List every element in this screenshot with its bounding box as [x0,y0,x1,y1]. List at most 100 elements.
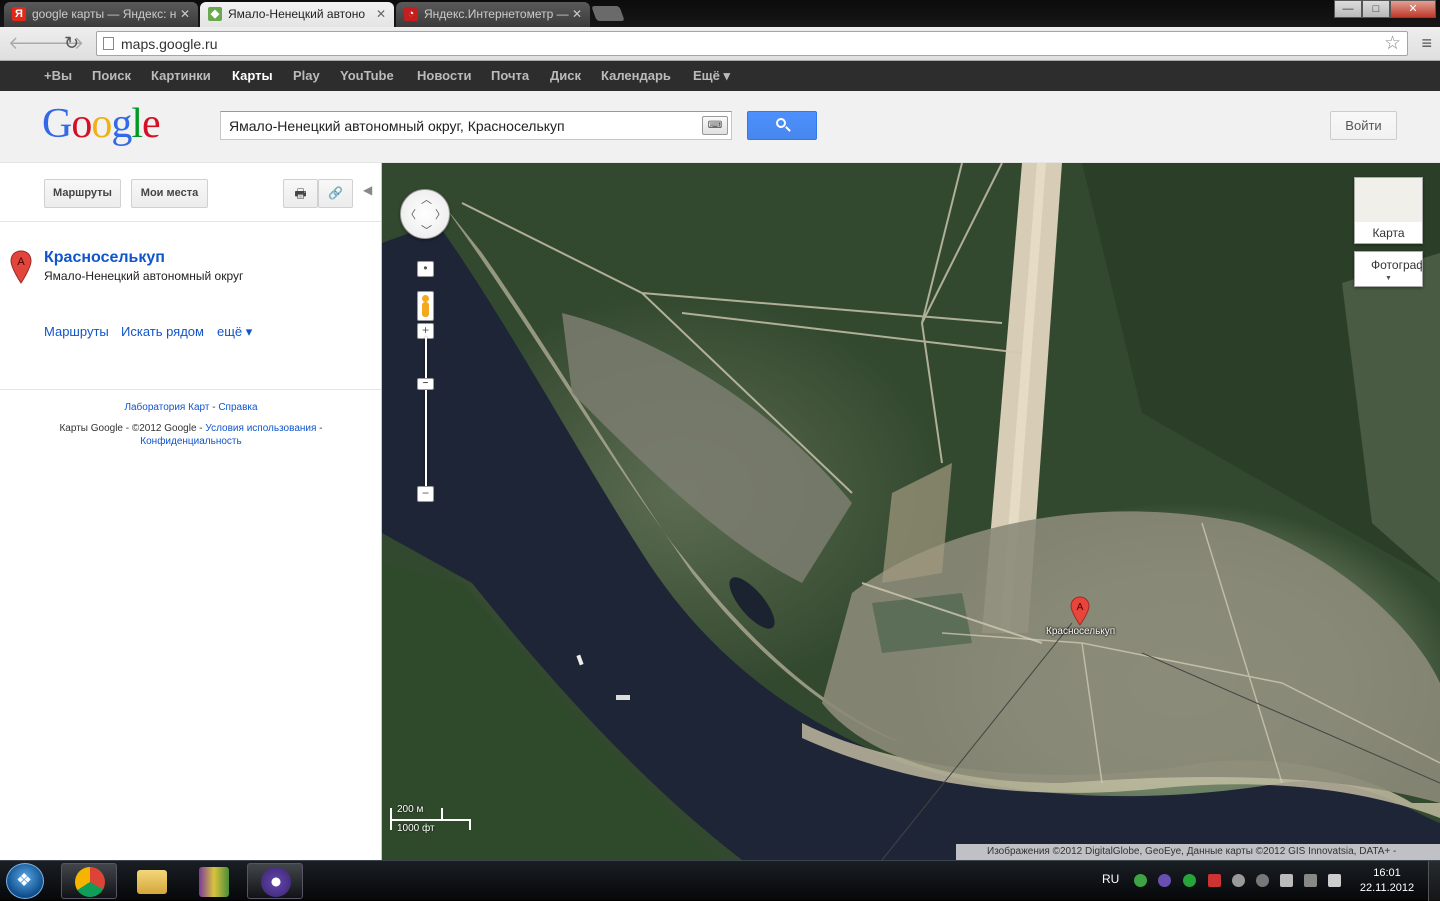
map-thumbnail [1355,178,1422,222]
zoom-slider-thumb[interactable]: − [417,378,434,390]
taskbar-winrar[interactable] [185,863,241,899]
scale-metric: 200 м [397,804,424,815]
new-tab-button[interactable] [591,6,625,21]
link-icon[interactable]: 🔗 [318,179,353,208]
logo-letter: g [111,101,132,147]
terms-link[interactable]: Условия использования [205,423,316,434]
google-logo[interactable]: Google [42,100,161,148]
tab-yandex-search[interactable]: Я google карты — Яндекс: н ✕ [4,2,198,27]
gbar-plus-you[interactable]: +Вы [44,61,72,91]
tab-title: Ямало-Ненецкий автоно [228,7,366,21]
gbar-images[interactable]: Картинки [151,61,211,91]
result-title-link[interactable]: Красноселькуп [44,249,165,267]
gbar-news[interactable]: Новости [417,61,472,91]
search-nearby-link[interactable]: Искать рядом [121,324,204,339]
my-places-button[interactable]: Мои места [131,179,208,208]
marker-a-icon[interactable]: A [10,250,32,284]
satellite-map[interactable]: ︿ ﹀ 〈 〉 • + − − Карта Фотографии ▼ A Кра… [382,163,1440,860]
gbar-maps[interactable]: Карты [232,61,273,91]
minimize-button[interactable]: — [1334,0,1362,18]
gbar-drive[interactable]: Диск [550,61,581,91]
browser-toolbar: 🡐 🡒 ↻ maps.google.ru ☆ ≡ [0,27,1440,61]
divider [0,221,381,222]
reset-view-button[interactable]: • [417,261,434,277]
pan-up-icon[interactable]: ︿ [421,191,432,207]
scale-bar: 200 м 1000 фт [390,804,472,834]
maximize-button[interactable]: □ [1362,0,1390,18]
pan-left-icon[interactable]: 〈 [405,206,416,222]
logo-letter: o [91,101,112,147]
gbar-youtube[interactable]: YouTube [340,61,394,91]
start-button[interactable]: ❖ [6,863,44,899]
chrome-menu-icon[interactable]: ≡ [1421,33,1432,54]
device-tray-icon[interactable] [1256,874,1269,887]
map-type-map-button[interactable]: Карта [1354,177,1423,244]
more-link[interactable]: ещё ▾ [217,324,252,340]
winrar-icon [199,867,229,897]
sign-in-button[interactable]: Войти [1330,111,1397,140]
system-clock[interactable]: 16:01 22.11.2012 [1356,866,1418,896]
chevron-down-icon: ▼ [1385,275,1392,282]
footer-legal: Карты Google - ©2012 Google - Условия ис… [0,423,382,434]
volume-icon[interactable] [1328,874,1341,887]
bookmark-star-icon[interactable]: ☆ [1384,32,1401,55]
gbar-mail[interactable]: Почта [491,61,529,91]
photos-label: Фотографии [1371,258,1422,272]
zoom-out-button[interactable]: − [417,486,434,502]
clock-date: 22.11.2012 [1359,882,1415,894]
location-pin-icon[interactable]: A [1070,596,1090,626]
collapse-panel-icon[interactable]: ◀ [363,183,372,197]
print-icon[interactable]: 🖶 [283,179,318,208]
logo-letter: l [131,101,143,147]
address-bar[interactable]: maps.google.ru ☆ [96,31,1408,56]
marker-letter: A [17,256,25,268]
clover-tray-icon[interactable] [1183,874,1196,887]
gbar-play[interactable]: Play [293,61,320,91]
explorer-folder-icon [137,870,167,894]
search-input[interactable]: Ямало-Ненецкий автономный округ, Краснос… [220,111,732,140]
close-window-button[interactable]: ✕ [1390,0,1436,18]
result-routes-link[interactable]: Маршруты [44,324,109,339]
taskbar-chrome[interactable] [61,863,117,899]
pegman-street-view-icon[interactable] [417,291,434,321]
tab-yandex-internetometer[interactable]: ◔ Яндекс.Интернетометр — ✕ [396,2,590,27]
bittorrent-tray-icon[interactable] [1158,874,1171,887]
tab-close-icon[interactable]: ✕ [180,2,190,26]
maps-header: Google Ямало-Ненецкий автономный округ, … [0,91,1440,163]
gbar-more[interactable]: Ещё ▾ [693,61,730,91]
reload-icon[interactable]: ↻ [64,33,79,54]
tab-close-icon[interactable]: ✕ [376,2,386,26]
search-button[interactable] [747,111,817,140]
gbar-search[interactable]: Поиск [92,61,131,91]
pan-right-icon[interactable]: 〉 [435,206,446,222]
pan-down-icon[interactable]: ﹀ [421,222,432,238]
maps-labs-link[interactable]: Лаборатория Карт [124,402,209,413]
keyboard-icon[interactable]: ⌨ [702,116,728,135]
logo-letter: G [42,101,72,147]
network-tray-icon[interactable] [1232,874,1245,887]
show-desktop-button[interactable] [1428,861,1440,901]
routes-button[interactable]: Маршруты [44,179,121,208]
tab-google-maps[interactable]: ◆ Ямало-Ненецкий автоно ✕ [200,2,394,27]
language-indicator[interactable]: RU [1102,872,1119,886]
logo-letter: e [142,101,161,147]
help-link[interactable]: Справка [218,402,257,413]
pan-control[interactable]: ︿ ﹀ 〈 〉 [400,189,450,239]
zoom-slider-track[interactable] [425,337,427,495]
url-text: maps.google.ru [121,36,218,52]
pin-label[interactable]: Красноселькуп [1046,626,1115,637]
separator: - [316,423,323,434]
flag-tray-icon[interactable] [1208,874,1221,887]
privacy-link[interactable]: Конфиденциальность [140,436,241,447]
steam-tray-icon[interactable] [1280,874,1293,887]
divider [0,389,381,390]
left-panel: Маршруты Мои места 🖶 🔗 ◀ A Красноселькуп… [0,163,382,860]
tab-close-icon[interactable]: ✕ [572,2,582,26]
taskbar-bittorrent[interactable] [247,863,303,899]
taskbar-explorer[interactable] [123,863,179,899]
map-type-photos-button[interactable]: Фотографии ▼ [1354,251,1423,287]
gbar-calendar[interactable]: Календарь [601,61,671,91]
search-icon [776,118,786,128]
info-tray-icon[interactable] [1134,874,1147,887]
monitor-tray-icon[interactable] [1304,874,1317,887]
